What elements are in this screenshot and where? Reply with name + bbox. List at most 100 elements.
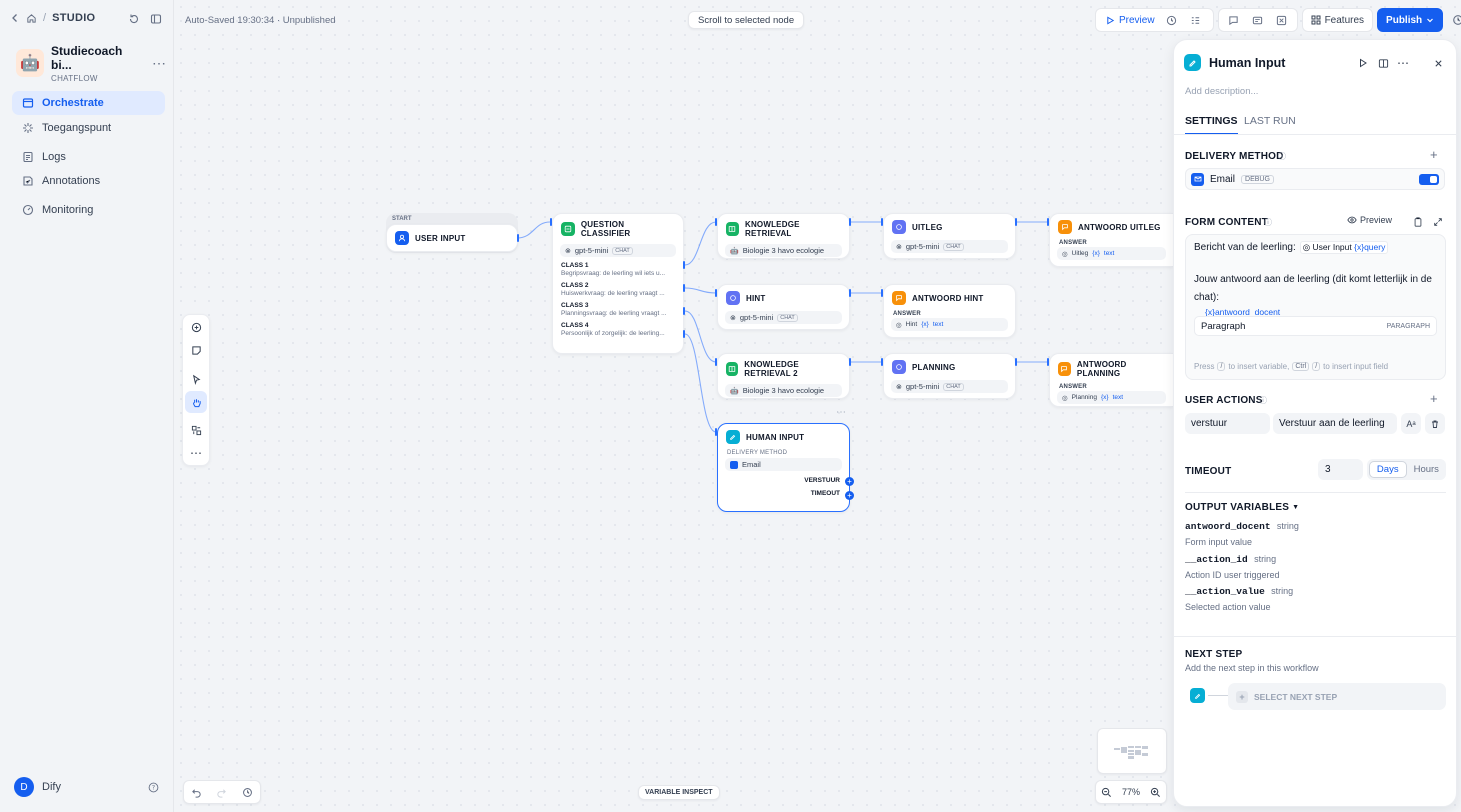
- preview-button[interactable]: Preview: [1102, 9, 1159, 31]
- nav-monitoring[interactable]: Monitoring: [12, 198, 165, 222]
- node-more-icon[interactable]: ⋯: [836, 407, 846, 418]
- version-history-icon[interactable]: [242, 787, 253, 798]
- class1-handle[interactable]: [683, 261, 685, 269]
- nav-annotations[interactable]: Annotations: [12, 169, 165, 193]
- help-icon[interactable]: ?: [148, 782, 159, 793]
- start-output-handle[interactable]: [517, 234, 519, 242]
- variable-icon[interactable]: [1247, 9, 1269, 31]
- add-delivery-icon[interactable]: +: [1430, 147, 1438, 162]
- hint-input-handle[interactable]: [715, 289, 717, 297]
- unit-days[interactable]: Days: [1369, 461, 1407, 478]
- more-icon[interactable]: ⋯: [152, 55, 166, 72]
- user-input-node[interactable]: USER INPUT: [386, 224, 518, 252]
- antwoord-planning-node[interactable]: ANTWOORD PLANNING ANSWER ◎ Planning {x} tex…: [1049, 353, 1173, 407]
- form-content-editor[interactable]: Bericht van de leerling: ◎ User Input {x…: [1185, 234, 1446, 380]
- kr2-output-handle[interactable]: [849, 358, 851, 366]
- top-breadcrumb: / STUDIO: [10, 12, 95, 24]
- class3-handle[interactable]: [683, 307, 685, 315]
- uitleg-llm-node[interactable]: UITLEG ⊗ gpt-5-mini CHAT: [883, 213, 1016, 259]
- publish-button[interactable]: Publish: [1377, 8, 1444, 32]
- node-title: HUMAN INPUT: [746, 432, 805, 442]
- ant-uitleg-input-handle[interactable]: [1047, 218, 1049, 226]
- uitleg-input-handle[interactable]: [881, 218, 883, 226]
- add-note-icon[interactable]: [185, 339, 207, 361]
- knowledge-retrieval-2-node[interactable]: KNOWLEDGE RETRIEVAL 2 🤖 Biologie 3 havo e…: [717, 353, 850, 399]
- hand-icon[interactable]: [185, 391, 207, 413]
- add-action-icon[interactable]: +: [1430, 391, 1438, 406]
- paragraph-field[interactable]: Paragraph PARAGRAPH: [1194, 316, 1437, 336]
- app-info-card[interactable]: 🤖 Studiecoach bi... CHATFLOW ⋯: [16, 44, 166, 83]
- human-input-node[interactable]: HUMAN INPUT DELIVERY METHOD Email VERSTU…: [717, 423, 850, 512]
- description-input[interactable]: Add description...: [1185, 86, 1258, 97]
- panel-title[interactable]: Human Input: [1209, 56, 1285, 70]
- knowledge-retrieval-node[interactable]: KNOWLEDGE RETRIEVAL 🤖 Biologie 3 havo eco…: [717, 213, 850, 259]
- more-tools-icon[interactable]: ⋯: [185, 442, 207, 464]
- conversation-var-icon[interactable]: [1271, 9, 1293, 31]
- output-variables-header[interactable]: OUTPUT VARIABLES ▼: [1185, 502, 1299, 513]
- class2-handle[interactable]: [683, 284, 685, 292]
- clipboard-icon[interactable]: [1407, 211, 1429, 233]
- nav-logs[interactable]: Logs: [12, 145, 165, 169]
- undo-icon[interactable]: [191, 787, 202, 798]
- question-classifier-node[interactable]: QUESTION CLASSIFIER ⊗ gpt-5-mini CHAT CL…: [552, 213, 684, 354]
- select-next-step-button[interactable]: + SELECT NEXT STEP: [1228, 683, 1446, 710]
- scroll-to-node-button[interactable]: Scroll to selected node: [688, 11, 805, 29]
- antwoord-uitleg-node[interactable]: ANTWOORD UITLEG ANSWER ◎ Uitleg {x} text: [1049, 213, 1173, 267]
- variable-inspect-button[interactable]: VARIABLE INSPECT: [638, 785, 720, 800]
- planning-llm-node[interactable]: PLANNING ⊗ gpt-5-mini CHAT: [883, 353, 1016, 399]
- form-preview-button[interactable]: Preview: [1347, 215, 1392, 225]
- tab-settings[interactable]: SETTINGS: [1185, 115, 1238, 135]
- zoom-level[interactable]: 77%: [1122, 787, 1140, 797]
- panel-more-icon[interactable]: ⋯: [1392, 52, 1414, 74]
- add-node-icon[interactable]: [185, 316, 207, 338]
- chevron-left-icon[interactable]: [10, 13, 20, 23]
- hint-llm-node[interactable]: HINT ⊗ gpt-5-mini CHAT: [717, 284, 850, 330]
- pointer-icon[interactable]: [185, 368, 207, 390]
- user-menu[interactable]: D Dify: [14, 777, 61, 797]
- unit-hours[interactable]: Hours: [1409, 461, 1445, 478]
- checklist-icon[interactable]: [1161, 9, 1183, 31]
- planning-input-handle[interactable]: [881, 358, 883, 366]
- tab-last-run[interactable]: LAST RUN: [1244, 115, 1296, 127]
- action-text-input[interactable]: Verstuur aan de leerling: [1273, 413, 1397, 434]
- redo-icon[interactable]: [216, 787, 227, 798]
- organize-icon[interactable]: [185, 419, 207, 441]
- features-button[interactable]: Features: [1301, 8, 1374, 32]
- hint-output-handle[interactable]: [849, 289, 851, 297]
- zoom-out-icon[interactable]: [1101, 787, 1112, 798]
- sidebar-toggle-icon[interactable]: [150, 13, 162, 25]
- kr1-output-handle[interactable]: [849, 218, 851, 226]
- timeout-value-input[interactable]: 3: [1318, 459, 1363, 480]
- human-input-handle[interactable]: [715, 428, 717, 436]
- planning-output-handle[interactable]: [1015, 358, 1017, 366]
- nav-orchestrate[interactable]: Orchestrate: [12, 91, 165, 115]
- close-icon[interactable]: [1427, 52, 1449, 74]
- text-style-icon[interactable]: Aa: [1401, 413, 1421, 434]
- env-list-icon[interactable]: [1185, 9, 1207, 31]
- add-verstuur-branch-button[interactable]: +: [845, 477, 854, 486]
- add-timeout-branch-button[interactable]: +: [845, 491, 854, 500]
- ant-planning-input-handle[interactable]: [1047, 358, 1049, 366]
- ant-hint-input-handle[interactable]: [881, 289, 883, 297]
- hint-key: /: [1312, 362, 1321, 371]
- breadcrumb-studio[interactable]: STUDIO: [52, 12, 95, 24]
- help-doc-icon[interactable]: [1372, 52, 1394, 74]
- refresh-icon[interactable]: [128, 13, 140, 25]
- minimap[interactable]: [1097, 728, 1167, 774]
- uitleg-output-handle[interactable]: [1015, 218, 1017, 226]
- class4-handle[interactable]: [683, 330, 685, 338]
- comment-icon[interactable]: [1223, 9, 1245, 31]
- run-step-icon[interactable]: [1352, 52, 1374, 74]
- kr2-input-handle[interactable]: [715, 358, 717, 366]
- home-icon[interactable]: [26, 13, 37, 24]
- nav-toegangspunt[interactable]: Toegangspunt: [12, 116, 165, 140]
- expand-icon[interactable]: [1427, 211, 1449, 233]
- antwoord-hint-node[interactable]: ANTWOORD HINT ANSWER ◎ Hint {x} text: [883, 284, 1016, 338]
- zoom-in-icon[interactable]: [1150, 787, 1161, 798]
- delete-icon[interactable]: [1425, 413, 1445, 434]
- history-icon[interactable]: [1447, 9, 1461, 31]
- action-id-input[interactable]: verstuur: [1185, 413, 1270, 434]
- classifier-input-handle[interactable]: [550, 218, 552, 226]
- delivery-toggle[interactable]: [1419, 173, 1439, 185]
- kr1-input-handle[interactable]: [715, 218, 717, 226]
